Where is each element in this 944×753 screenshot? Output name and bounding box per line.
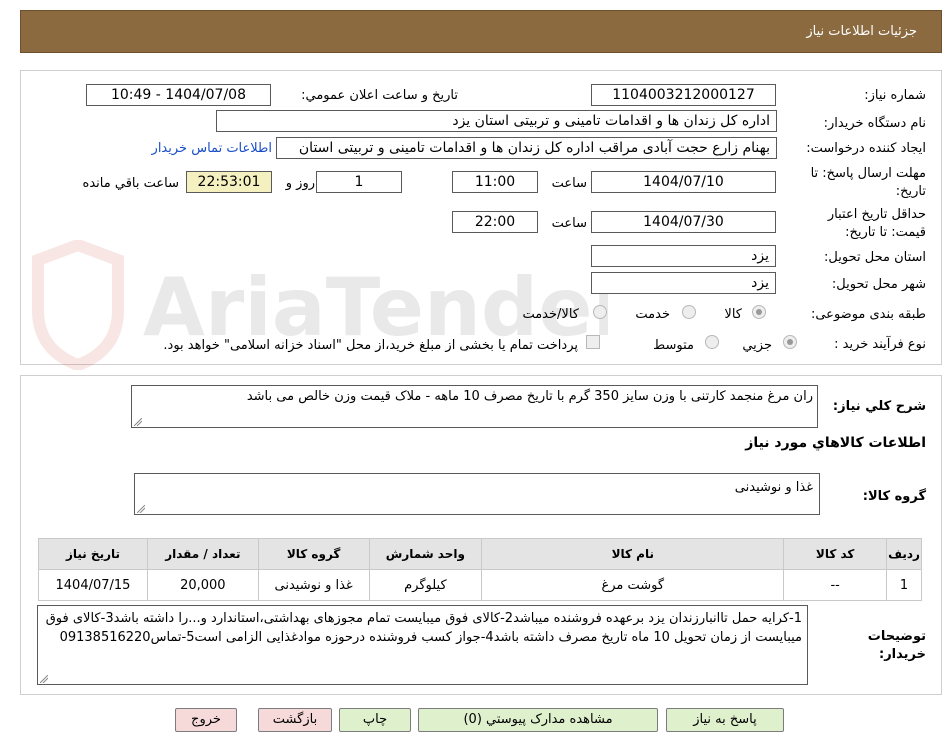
- requester-field: بهنام زارع حجت آبادی مراقب اداره کل زندا…: [276, 137, 777, 159]
- remaining-label: ساعت باقي مانده: [82, 176, 179, 191]
- process-label: نوع فرآيند خريد :: [834, 337, 926, 352]
- treasury-note: پرداخت تمام يا بخشی از مبلغ خريد،از محل …: [163, 338, 578, 353]
- print-button[interactable]: چاپ: [339, 708, 411, 732]
- back-button[interactable]: بازگشت: [258, 708, 332, 732]
- goods-group-textarea[interactable]: غذا و نوشيدنی: [134, 473, 820, 515]
- category-goods-service-label: کالا/خدمت: [522, 307, 579, 322]
- col-header-row-number: رديف: [886, 538, 922, 570]
- requester-label: ايجاد کننده درخواست:: [806, 141, 926, 156]
- validity-label: حداقل تاريخ اعتبار قيمت: تا تاريخ:: [827, 207, 926, 240]
- province-label: استان محل تحويل:: [824, 250, 926, 265]
- goods-group-label: گروه کالا:: [862, 489, 926, 504]
- col-header-goods-group: گروه کالا: [257, 538, 370, 570]
- process-partial-label: جزيي: [742, 338, 772, 353]
- goods-group-text: غذا و نوشيدنی: [734, 480, 813, 495]
- province-field: يزد: [591, 245, 776, 267]
- city-field: يزد: [591, 272, 776, 294]
- deadline-label: مهلت ارسال پاسخ: تا تاریخ:: [810, 166, 926, 199]
- buyer-notes-text: 1-کرایه حمل تاانبارزندان یزد برعهده فروش…: [45, 611, 802, 645]
- table-row[interactable]: 1 -- گوشت مرغ کيلوگرم غذا و نوشيدنی 20,0…: [38, 569, 922, 601]
- cell-row-number: 1: [886, 569, 922, 601]
- contact-info-link[interactable]: اطلاعات تماس خريدار: [152, 141, 272, 156]
- items-section-title: اطلاعات کالاهاي مورد نياز: [745, 435, 926, 451]
- page-title: جزئیات اطلاعات نیاز: [806, 24, 917, 39]
- category-goods-radio[interactable]: [752, 305, 766, 319]
- general-desc-textarea[interactable]: ران مرغ منجمد کارتنی با وزن سایز 350 گرم…: [131, 385, 818, 428]
- col-header-need-date: تاريخ نياز: [38, 538, 148, 570]
- resize-grip-icon[interactable]: [137, 505, 145, 513]
- cell-unit: کيلوگرم: [368, 569, 483, 601]
- buyer-notes-label: توضيحات خريدار:: [867, 629, 926, 662]
- general-desc-text: ران مرغ منجمد کارتنی با وزن سایز 350 گرم…: [246, 389, 813, 404]
- need-number-label: شماره نیاز:: [864, 88, 926, 103]
- col-header-goods-name: نام کالا: [481, 538, 785, 570]
- process-medium-label: متوسط: [653, 338, 694, 353]
- announce-datetime-label: تاریخ و ساعت اعلان عمومي:: [301, 88, 458, 103]
- announce-datetime-field: 1404/07/08 - 10:49: [86, 84, 271, 106]
- cell-goods-group: غذا و نوشيدنی: [257, 569, 370, 601]
- need-number-field: 1104003212000127: [591, 84, 776, 106]
- cell-goods-code: --: [783, 569, 888, 601]
- table-header-row: رديف کد کالا نام کالا واحد شمارش گروه کا…: [38, 538, 922, 570]
- category-service-label: خدمت: [635, 307, 670, 322]
- remaining-time-field: 22:53:01: [186, 171, 272, 193]
- resize-grip-icon[interactable]: [40, 675, 48, 683]
- process-medium-radio[interactable]: [705, 335, 719, 349]
- reply-button[interactable]: پاسخ به نياز: [666, 708, 784, 732]
- cell-need-date: 1404/07/15: [38, 569, 148, 601]
- category-label: طبقه بندی موضوعی:: [810, 307, 926, 322]
- items-table: رديف کد کالا نام کالا واحد شمارش گروه کا…: [38, 538, 922, 601]
- general-desc-label: شرح کلي نياز:: [832, 399, 926, 414]
- buyer-org-field: اداره کل زندان ها و اقدامات تامینی و ترب…: [216, 110, 777, 132]
- validity-hour-label: ساعت: [551, 216, 587, 231]
- cell-quantity: 20,000: [146, 569, 259, 601]
- buyer-notes-textarea[interactable]: 1-کرایه حمل تاانبارزندان یزد برعهده فروش…: [37, 605, 808, 685]
- col-header-quantity: تعداد / مقدار: [146, 538, 259, 570]
- resize-grip-icon[interactable]: [134, 418, 142, 426]
- treasury-checkbox[interactable]: [586, 335, 600, 349]
- view-attachments-button[interactable]: مشاهده مدارک پيوستي (0): [418, 708, 658, 732]
- buyer-org-label: نام دستگاه خريدار:: [823, 116, 926, 131]
- validity-time-field: 22:00: [452, 211, 538, 233]
- days-and-label: روز و: [285, 176, 315, 191]
- process-partial-radio[interactable]: [783, 335, 797, 349]
- days-field: 1: [316, 171, 402, 193]
- deadline-hour-label: ساعت: [551, 176, 587, 191]
- city-label: شهر محل تحويل:: [831, 277, 926, 292]
- deadline-time-field: 11:00: [452, 171, 538, 193]
- deadline-date-field: 1404/07/10: [591, 171, 776, 193]
- category-goods-service-radio[interactable]: [593, 305, 607, 319]
- validity-date-field: 1404/07/30: [591, 211, 776, 233]
- category-service-radio[interactable]: [682, 305, 696, 319]
- exit-button[interactable]: خروج: [175, 708, 237, 732]
- cell-goods-name: گوشت مرغ: [481, 569, 785, 601]
- category-goods-label: کالا: [724, 307, 742, 322]
- page-header: جزئیات اطلاعات نیاز: [20, 10, 942, 53]
- col-header-unit: واحد شمارش: [368, 538, 483, 570]
- col-header-goods-code: کد کالا: [783, 538, 888, 570]
